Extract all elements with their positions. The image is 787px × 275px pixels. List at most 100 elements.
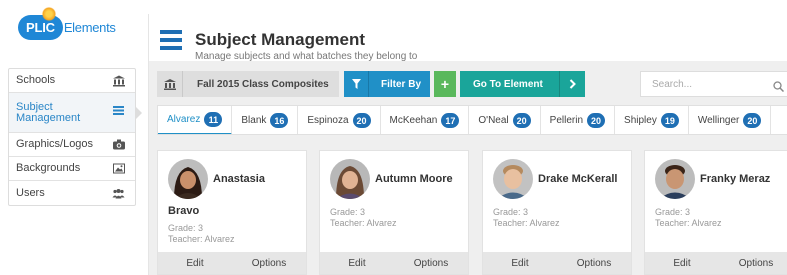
add-button[interactable]: +	[434, 71, 456, 97]
sidebar-item-label: Backgrounds	[16, 162, 81, 174]
camera-icon	[112, 139, 125, 150]
student-teacher: Teacher: Alvarez	[330, 218, 397, 228]
tab-shipley[interactable]: Shipley 19	[615, 106, 689, 134]
tab-wellinger[interactable]: Wellinger 20	[689, 106, 772, 134]
sidebar-item-label: Users	[16, 186, 45, 199]
tab-label: Alvarez	[167, 114, 201, 125]
tab-pellerin[interactable]: Pellerin 20	[541, 106, 616, 134]
sidebar-nav: Schools Subject Management Graphics/Logo…	[8, 68, 142, 206]
student-name: Autumn Moore	[375, 173, 453, 185]
sidebar-item-schools[interactable]: Schools	[9, 69, 135, 93]
edit-button[interactable]: Edit	[320, 252, 394, 274]
edit-button[interactable]: Edit	[158, 252, 232, 274]
plic-elements-logo[interactable]: PLIC Elements	[18, 6, 116, 42]
student-teacher: Teacher: Alvarez	[493, 218, 560, 228]
student-card: Franky Meraz Grade: 3 Teacher: Alvarez E…	[644, 150, 787, 275]
student-photo	[493, 159, 533, 199]
sidebar-item-label: Subject Management	[16, 100, 81, 124]
sidebar-item-subject-management[interactable]: Subject Management	[9, 93, 142, 133]
edit-button[interactable]: Edit	[483, 252, 557, 274]
student-grade: Grade: 3	[168, 223, 204, 233]
batch-label: Fall 2015 Class Composites	[197, 78, 329, 90]
options-button[interactable]: Options	[719, 252, 787, 274]
count-badge: 20	[743, 113, 762, 128]
tab-label: Blank	[241, 115, 267, 126]
student-card: Anastasia Bravo Grade: 3 Teacher: Alvare…	[157, 150, 307, 275]
student-grade: Grade: 3	[655, 207, 691, 217]
tab-label: Shipley	[624, 115, 657, 126]
student-grade: Grade: 3	[493, 207, 529, 217]
search-input[interactable]	[652, 78, 772, 90]
page-title: Subject Management	[195, 30, 366, 49]
edit-button[interactable]: Edit	[645, 252, 719, 274]
student-name: Drake McKerall	[538, 173, 618, 185]
count-badge: 19	[660, 113, 679, 128]
logo-pill: PLIC	[18, 6, 63, 40]
tab-espinoza[interactable]: Espinoza 20	[298, 106, 381, 134]
student-cards: Anastasia Bravo Grade: 3 Teacher: Alvare…	[157, 150, 787, 275]
student-grade: Grade: 3	[330, 207, 366, 217]
logo-pill-text: PLIC	[26, 19, 55, 35]
logo-sparkle-icon	[42, 6, 56, 21]
card-actions: Edit Options	[320, 252, 468, 274]
options-button[interactable]: Options	[232, 252, 306, 274]
student-photo	[655, 159, 695, 199]
options-button[interactable]: Options	[557, 252, 631, 274]
tab-label: O'Neal	[478, 115, 509, 126]
main-content: Subject Management Manage subjects and w…	[148, 14, 787, 275]
student-teacher: Teacher: Alvarez	[168, 234, 235, 244]
tab-label: Espinoza	[307, 115, 349, 126]
go-to-element-label: Go To Element	[473, 78, 543, 90]
card-actions: Edit Options	[483, 252, 631, 274]
count-badge: 16	[270, 113, 289, 128]
sidebar-item-users[interactable]: Users	[9, 181, 135, 205]
subject-list-icon	[160, 30, 182, 52]
student-teacher: Teacher: Alvarez	[655, 218, 722, 228]
options-button[interactable]: Options	[394, 252, 468, 274]
page-header: Subject Management Manage subjects and w…	[149, 14, 787, 62]
bank-icon	[157, 71, 183, 97]
student-name: Franky Meraz	[700, 173, 771, 185]
sidebar-item-backgrounds[interactable]: Backgrounds	[9, 157, 135, 181]
sidebar-item-label: Graphics/Logos	[16, 138, 94, 150]
tab-label: Pellerin	[549, 115, 584, 126]
tab-label: Wellinger	[697, 115, 740, 126]
logo-text: Elements	[63, 19, 116, 35]
student-photo	[168, 159, 208, 199]
chevron-right-icon	[559, 71, 585, 97]
count-badge: 20	[512, 113, 531, 128]
count-badge: 11	[204, 112, 223, 127]
list-icon	[112, 105, 125, 116]
card-actions: Edit Options	[158, 252, 306, 274]
student-card: Autumn Moore Grade: 3 Teacher: Alvarez E…	[319, 150, 469, 275]
search-box	[640, 71, 787, 97]
image-icon	[112, 163, 125, 174]
count-badge: 20	[352, 113, 371, 128]
sidebar: PLIC Elements Schools Subject Management…	[0, 0, 143, 275]
toolbar: Fall 2015 Class Composites Filter By + G…	[157, 71, 585, 97]
filter-icon	[344, 71, 369, 97]
card-actions: Edit Options	[645, 252, 787, 274]
go-to-element-button[interactable]: Go To Element	[460, 71, 585, 97]
student-name: Anastasia	[213, 173, 265, 185]
sidebar-item-label: Schools	[16, 74, 56, 86]
student-card: Drake McKerall Grade: 3 Teacher: Alvarez…	[482, 150, 632, 275]
batch-selector[interactable]: Fall 2015 Class Composites	[157, 71, 339, 97]
filter-by-button[interactable]: Filter By	[344, 71, 430, 97]
tab-label: McKeehan	[389, 115, 438, 126]
teacher-tabs: Alvarez 11 Blank 16 Espinoza 20 McKeehan…	[157, 105, 787, 135]
count-badge: 20	[587, 113, 606, 128]
sidebar-item-graphics-logos[interactable]: Graphics/Logos	[9, 133, 135, 157]
tab-oneal[interactable]: O'Neal 20	[469, 106, 541, 134]
filter-by-label: Filter By	[381, 78, 422, 90]
student-name-line2: Bravo	[168, 205, 200, 217]
search-icon[interactable]	[773, 79, 785, 93]
count-badge: 17	[441, 113, 460, 128]
bank-icon	[112, 75, 125, 86]
student-photo	[330, 159, 370, 199]
tab-mckeehan[interactable]: McKeehan 17	[381, 106, 470, 134]
users-icon	[112, 188, 125, 199]
tab-alvarez[interactable]: Alvarez 11	[158, 106, 233, 134]
tab-blank[interactable]: Blank 16	[232, 106, 299, 134]
page-subtitle: Manage subjects and what batches they be…	[195, 51, 418, 62]
